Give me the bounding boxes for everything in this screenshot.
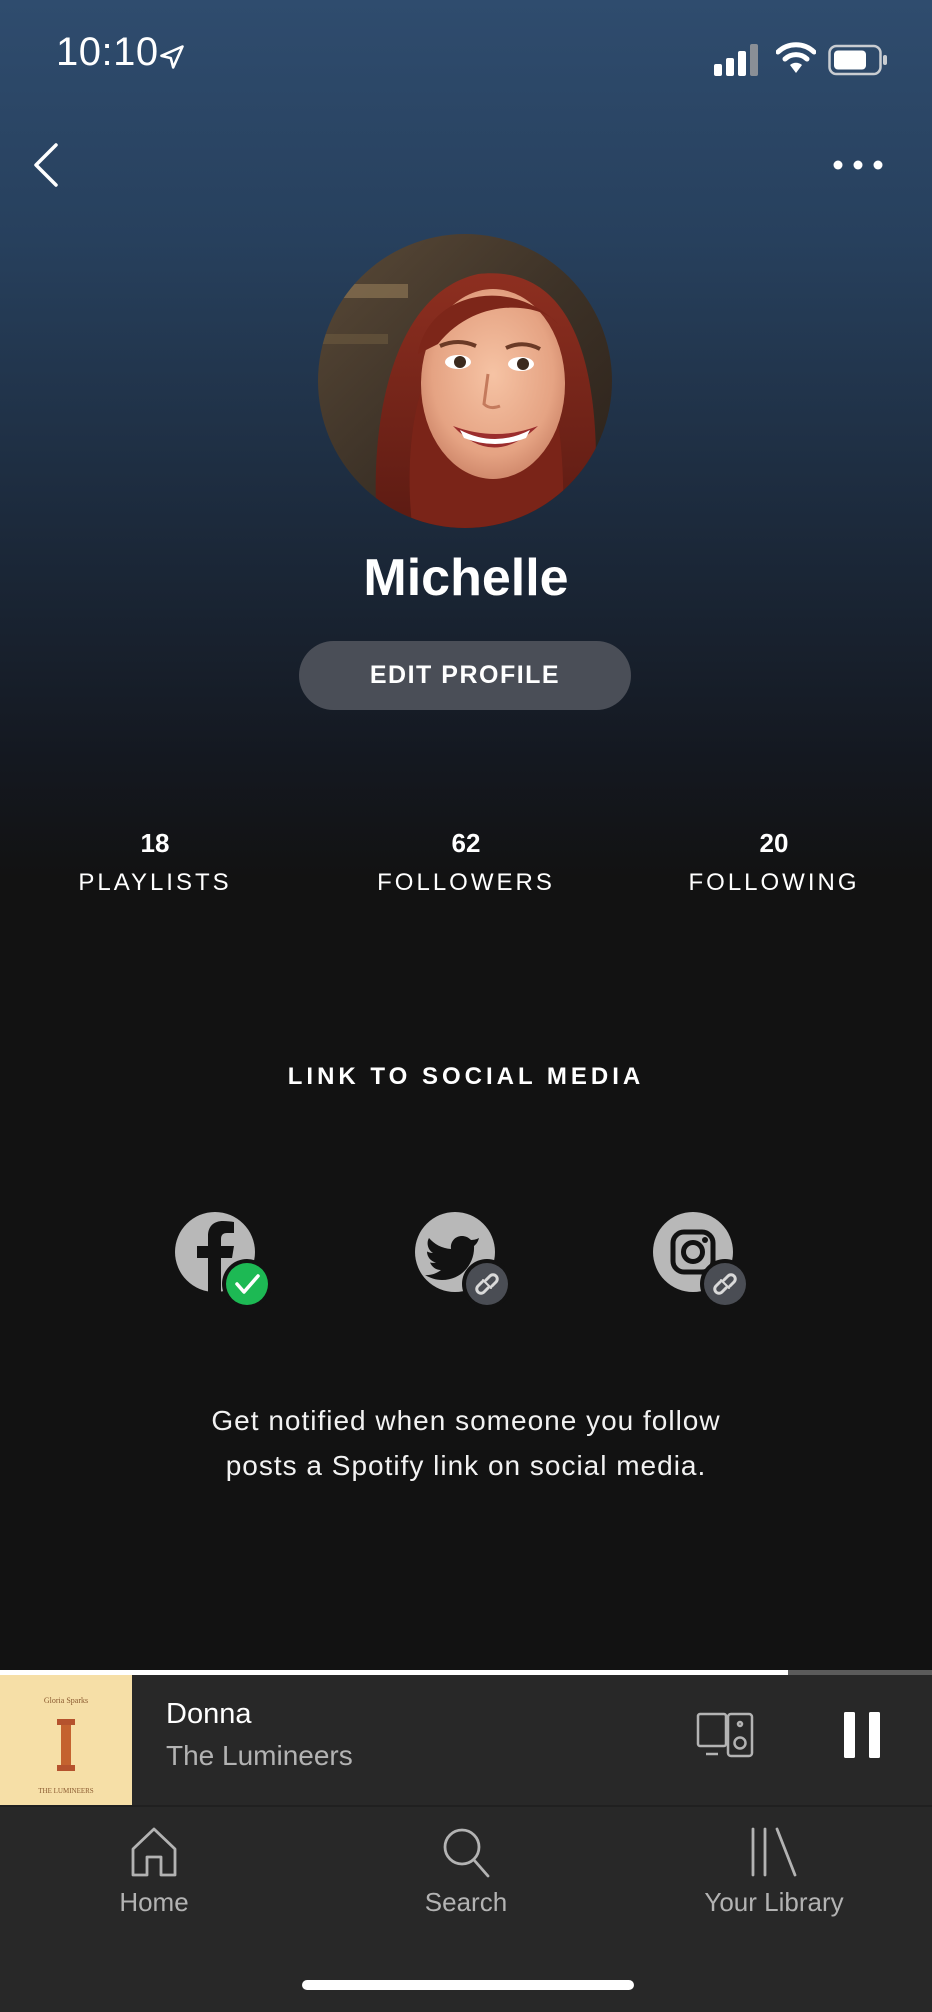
search-icon <box>443 1828 490 1878</box>
album-art-text-bottom: THE LUMINEERS <box>38 1787 94 1795</box>
track-title[interactable]: Donna <box>166 1698 251 1731</box>
social-description-line: posts a Spotify link on social media. <box>225 1450 707 1481</box>
album-art-text-top: Gloria Sparks <box>44 1696 88 1705</box>
album-art[interactable]: Gloria Sparks THE LUMINEERS <box>0 1675 132 1805</box>
profile-name: Michelle <box>363 549 569 607</box>
social-description-line: Get notified when someone you follow <box>211 1405 721 1436</box>
link-icon <box>462 1259 512 1309</box>
social-description: Get notified when someone you follow pos… <box>0 1398 932 1488</box>
more-options-button[interactable] <box>828 150 888 180</box>
stat-playlists[interactable]: 18 PLAYLISTS <box>0 828 310 897</box>
pause-icon <box>844 1712 880 1758</box>
tab-home[interactable]: Home <box>4 1825 304 1918</box>
back-button[interactable] <box>26 140 66 190</box>
twitter-link-button[interactable] <box>413 1210 513 1310</box>
link-icon <box>700 1259 750 1309</box>
battery-icon <box>828 44 887 76</box>
tab-your-library[interactable]: Your Library <box>624 1825 924 1918</box>
pause-button[interactable] <box>838 1708 886 1762</box>
devices-icon <box>696 1712 754 1758</box>
stat-following[interactable]: 20 FOLLOWING <box>619 828 929 897</box>
stat-count: 20 <box>759 828 789 858</box>
tab-label: Your Library <box>704 1887 844 1917</box>
edit-profile-button[interactable]: EDIT PROFILE <box>299 641 631 710</box>
status-time: 10:10 <box>56 30 159 74</box>
instagram-link-button[interactable] <box>651 1210 751 1310</box>
tab-label: Home <box>119 1887 189 1917</box>
stat-count: 62 <box>451 828 481 858</box>
wifi-icon <box>776 42 816 73</box>
tab-search[interactable]: Search <box>316 1825 616 1918</box>
stat-label: FOLLOWERS <box>377 869 555 896</box>
stat-count: 18 <box>140 828 170 858</box>
connect-devices-button[interactable] <box>696 1710 756 1760</box>
avatar[interactable] <box>318 234 612 528</box>
tab-label: Search <box>424 1887 508 1917</box>
facebook-link-button[interactable] <box>173 1210 273 1310</box>
profile-photo <box>318 234 612 528</box>
home-icon <box>131 1827 177 1877</box>
now-playing-bar[interactable] <box>0 1675 932 1805</box>
stat-label: FOLLOWING <box>688 869 860 896</box>
stat-followers[interactable]: 62 FOLLOWERS <box>311 828 621 897</box>
linked-check-icon <box>222 1259 272 1309</box>
cellular-signal-icon <box>714 44 758 76</box>
track-artist[interactable]: The Lumineers <box>166 1740 353 1772</box>
location-arrow-icon <box>160 45 184 69</box>
stat-label: PLAYLISTS <box>78 869 232 896</box>
home-indicator <box>302 1980 634 1990</box>
social-heading: LINK TO SOCIAL MEDIA <box>287 1063 645 1090</box>
library-icon <box>751 1827 797 1877</box>
